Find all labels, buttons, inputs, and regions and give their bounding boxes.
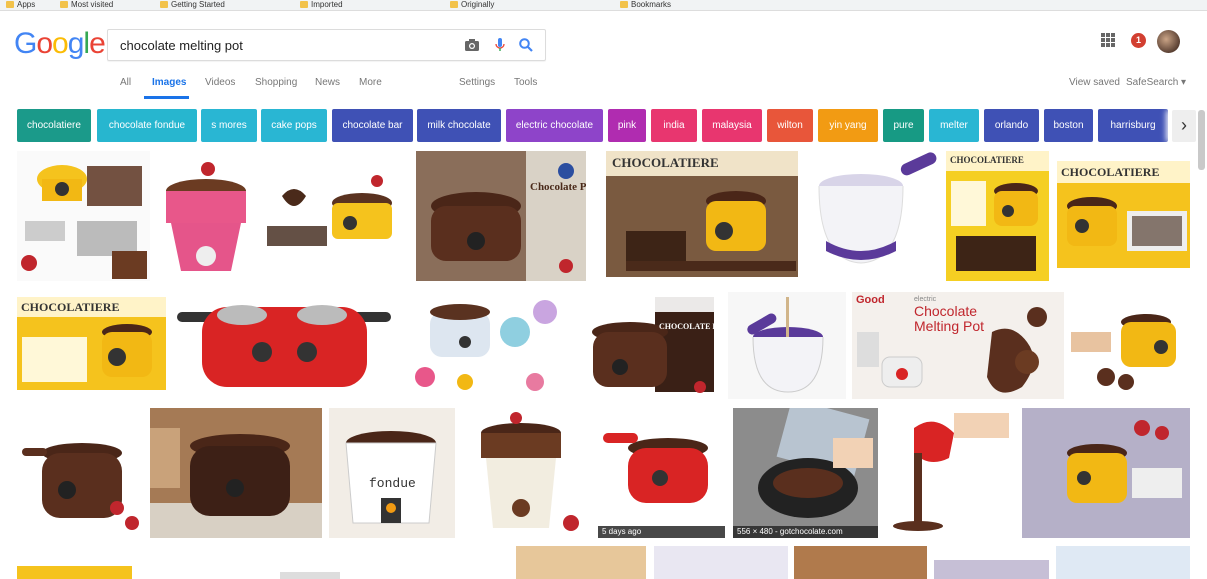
image-result[interactable] [1022,408,1190,538]
chip[interactable]: harrisburg [1098,109,1168,142]
image-result[interactable] [884,408,1016,538]
image-result[interactable] [516,546,646,579]
search-input[interactable]: chocolate melting pot [120,38,243,53]
tab-all[interactable]: All [120,77,131,88]
tab-news[interactable]: News [315,77,340,88]
image-result[interactable]: fondue [329,408,455,538]
image-result[interactable]: CHOCOLATE PRO [585,292,714,399]
chevron-right-icon[interactable]: › [1172,110,1196,142]
image-result[interactable] [461,408,592,538]
chip[interactable]: cake pops [261,109,327,142]
chip[interactable]: wilton [767,109,813,142]
chip[interactable]: boston [1044,109,1093,142]
image-result[interactable]: 5 days ago [598,408,725,538]
image-result[interactable] [806,151,939,277]
image-result[interactable] [934,560,1049,579]
tab-videos[interactable]: Videos [205,77,235,88]
chip[interactable]: melter [929,109,979,142]
tab-settings[interactable]: Settings [459,77,495,88]
bookmark-item[interactable]: Getting Started [160,0,225,9]
active-tab-indicator [144,96,189,99]
bookmark-item[interactable]: Most visited [60,0,113,9]
bookmark-item[interactable]: Bookmarks [620,0,671,9]
avatar[interactable] [1157,30,1180,53]
google-logo[interactable]: Google [14,27,106,61]
tab-images[interactable]: Images [152,77,186,88]
search-icon[interactable] [518,37,534,53]
chip[interactable]: chocolatiere [17,109,91,142]
image-result[interactable]: CHOCOLATIERE [1057,161,1190,268]
view-saved-link[interactable]: View saved [1069,77,1120,88]
folder-icon [6,1,14,8]
image-result[interactable]: CHOCOLATIERE [946,151,1049,281]
image-result[interactable] [654,546,788,579]
image-result[interactable]: Good electric Chocolate Melting Pot [852,292,1064,399]
image-result[interactable] [177,297,391,390]
image-result[interactable] [17,408,142,538]
chip[interactable]: orlando [984,109,1039,142]
apps-grid-icon[interactable] [1101,33,1115,47]
image-result[interactable]: Chocolate Pro [416,151,586,281]
image-result[interactable]: CHOCOLATIERE [606,151,798,277]
image-result[interactable]: CHOCOLATIERE [17,297,166,390]
chip[interactable]: yin yang [818,109,878,142]
image-result[interactable] [405,292,571,399]
chip[interactable]: milk chocolate [417,109,501,142]
chip[interactable]: electric chocolate [506,109,603,142]
camera-icon[interactable] [464,37,480,53]
chip[interactable]: chocolate fondue [97,109,197,142]
search-box[interactable]: chocolate melting pot [107,29,546,61]
bookmark-item[interactable]: Apps [6,0,35,9]
image-size-label: 556 × 480 - gotchocolate.com [733,526,878,538]
folder-icon [60,1,68,8]
scrollbar[interactable] [1198,110,1205,170]
bookmark-item[interactable]: Imported [300,0,343,9]
folder-icon [300,1,308,8]
bookmarks-bar: Apps Most visited Getting Started Import… [0,0,1207,11]
chip[interactable]: pink [608,109,646,142]
image-result[interactable] [1056,546,1190,579]
image-result[interactable] [794,546,927,579]
folder-icon [620,1,628,8]
folder-icon [450,1,458,8]
image-result[interactable] [262,151,413,281]
chip[interactable]: pure [883,109,924,142]
microphone-icon[interactable] [492,37,508,53]
chip[interactable]: s mores [201,109,257,142]
image-result[interactable] [150,408,322,538]
image-result[interactable] [156,151,257,281]
folder-icon [160,1,168,8]
image-age-label: 5 days ago [598,526,725,538]
tab-tools[interactable]: Tools [514,77,537,88]
tab-more[interactable]: More [359,77,382,88]
tab-shopping[interactable]: Shopping [255,77,297,88]
chip[interactable]: india [651,109,697,142]
safesearch-dropdown[interactable]: SafeSearch ▾ [1126,77,1186,88]
image-result[interactable] [280,572,340,579]
notification-badge[interactable]: 1 [1131,33,1146,48]
image-result[interactable]: 556 × 480 - gotchocolate.com [733,408,878,538]
image-result[interactable] [1071,292,1190,399]
image-result[interactable] [17,566,132,579]
image-result[interactable] [17,151,150,281]
image-result[interactable] [728,292,846,399]
chip[interactable]: malaysia [702,109,762,142]
chip[interactable]: chocolate bar [332,109,413,142]
bookmark-item[interactable]: Originally [450,0,494,9]
